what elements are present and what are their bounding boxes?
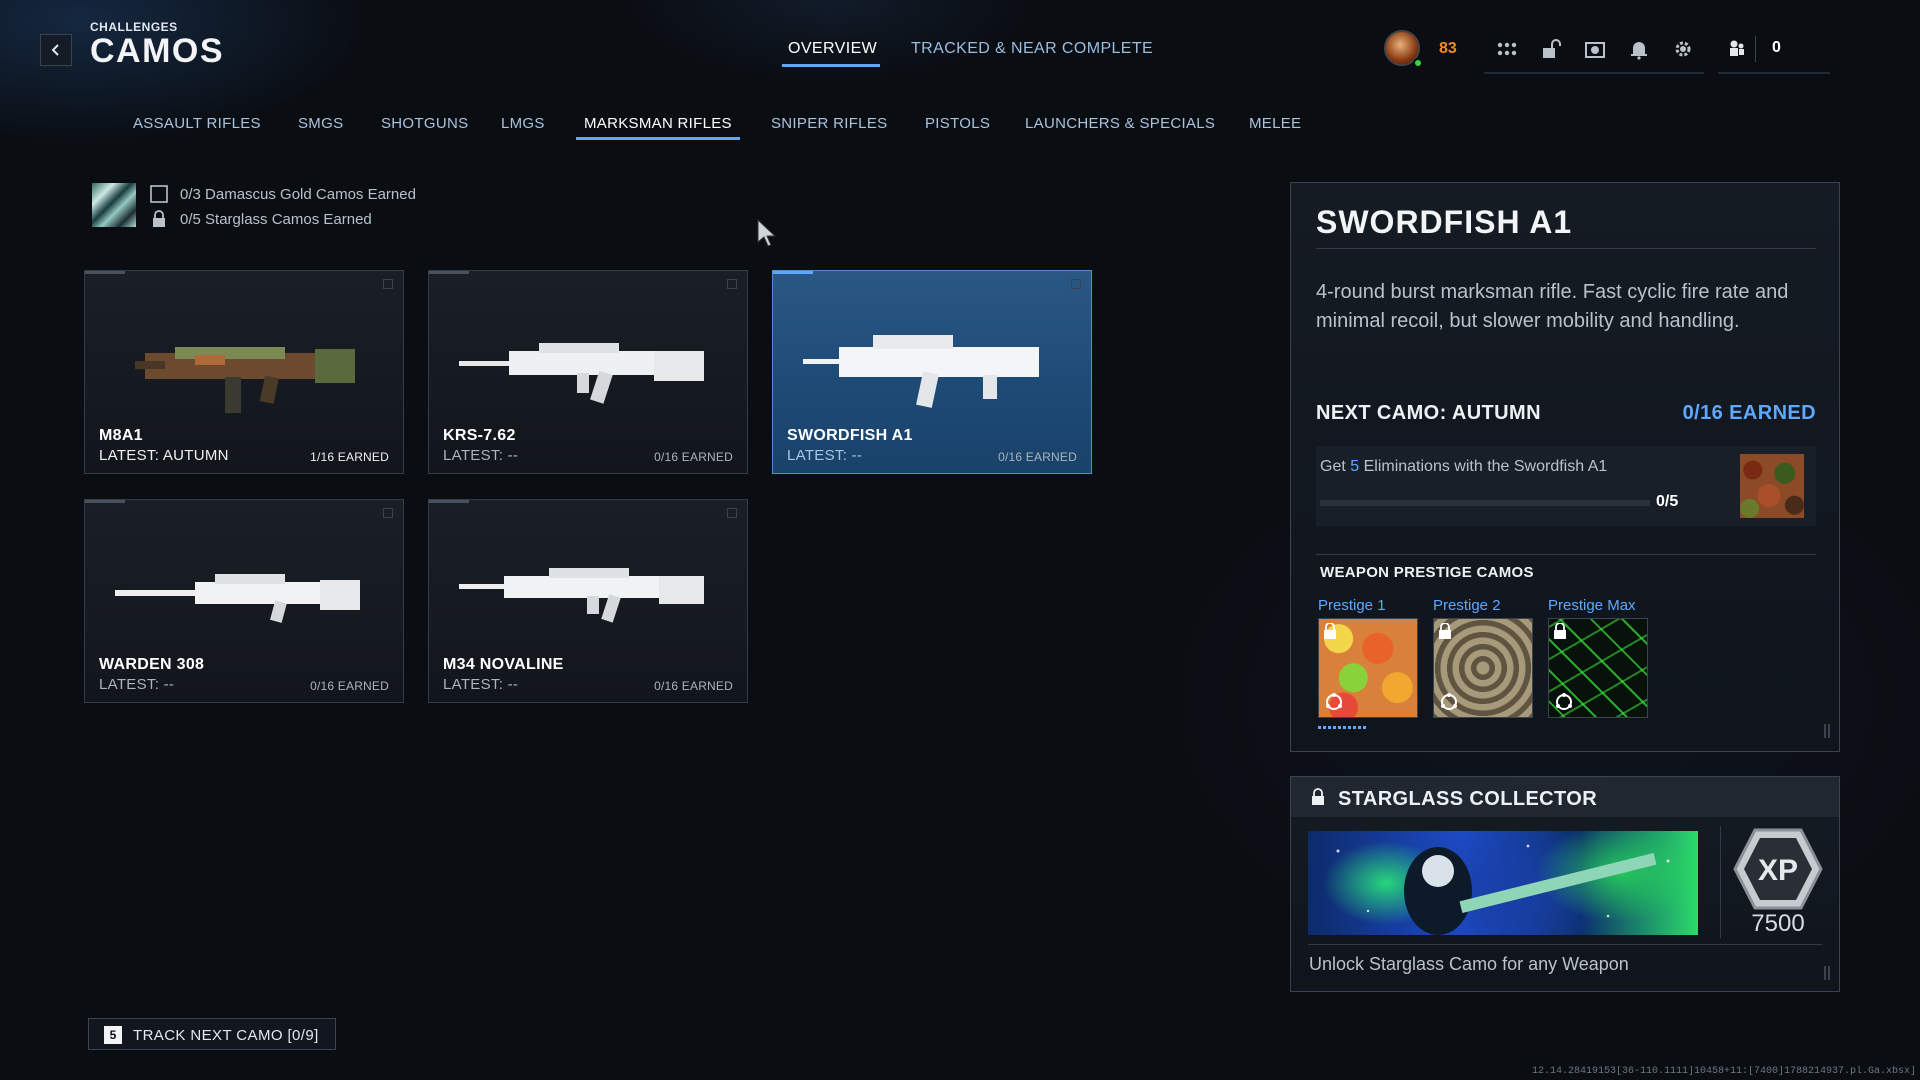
weapon-card-m8a1[interactable]: M8A1 LATEST: AUTUMN 1/16 EARNED — [84, 270, 404, 474]
prestige-divider — [1316, 554, 1816, 555]
category-assault-rifles[interactable]: ASSAULT RIFLES — [133, 115, 261, 132]
collector-description: Unlock Starglass Camo for any Weapon — [1309, 954, 1629, 974]
collector-scroll-grip[interactable] — [1824, 966, 1830, 980]
header-separator — [1755, 36, 1756, 62]
unlock-icon[interactable] — [1538, 37, 1564, 61]
track-next-camo-label: TRACK NEXT CAMO [0/9] — [133, 1027, 319, 1044]
weapon-card-warden-308[interactable]: WARDEN 308 LATEST: -- 0/16 EARNED — [84, 499, 404, 703]
starglass-banner-image — [1308, 831, 1698, 935]
autumn-camo-swatch — [1740, 454, 1804, 518]
weapon-card-krs-762[interactable]: KRS-7.62 LATEST: -- 0/16 EARNED — [428, 270, 748, 474]
category-marksman-rifles[interactable]: MARKSMAN RIFLES — [584, 115, 732, 132]
weapon-name: WARDEN 308 — [99, 656, 205, 673]
prestige-scroll-indicator — [1318, 726, 1366, 729]
lock-icon — [1439, 623, 1451, 639]
tab-tracked-near-complete[interactable]: TRACKED & NEAR COMPLETE — [911, 40, 1153, 58]
apps-grid-icon[interactable] — [1494, 37, 1520, 61]
build-version-string: 12.14.28419153[36-110.1111]10458+11:[740… — [1532, 1066, 1916, 1077]
prestige-max-label: Prestige Max — [1548, 597, 1636, 614]
category-launchers-specials[interactable]: LAUNCHERS & SPECIALS — [1025, 115, 1215, 132]
weapon-earned: 0/16 EARNED — [654, 679, 733, 693]
prestige-icon — [1326, 693, 1342, 710]
player-level: 83 — [1439, 40, 1457, 57]
krs-762-weapon-image — [459, 343, 704, 404]
swordfish-a1-weapon-image — [803, 335, 1039, 408]
header-party-underline — [1718, 72, 1830, 74]
prestige-1-label: Prestige 1 — [1318, 597, 1386, 614]
lock-icon — [150, 210, 168, 228]
m8a1-weapon-image — [135, 347, 355, 413]
prestige-camos-header: WEAPON PRESTIGE CAMOS — [1320, 564, 1534, 581]
back-button[interactable] — [40, 34, 72, 66]
lock-icon — [1312, 788, 1324, 805]
damascus-progress: 0/3 Damascus Gold Camos Earned — [180, 186, 416, 203]
weapon-latest-camo: LATEST: -- — [443, 447, 519, 464]
weapon-name: SWORDFISH A1 — [787, 427, 913, 444]
category-pistols[interactable]: PISTOLS — [925, 115, 990, 132]
prestige-icon — [1441, 693, 1457, 710]
chevron-left-icon — [51, 44, 59, 56]
warden-308-weapon-image — [115, 574, 360, 623]
category-melee[interactable]: MELEE — [1249, 115, 1301, 132]
bell-icon[interactable] — [1626, 37, 1652, 61]
lock-icon — [1554, 623, 1566, 639]
weapon-latest-camo: LATEST: -- — [99, 676, 175, 693]
currency-count: 0 — [1772, 39, 1781, 56]
page-title: CAMOS — [90, 32, 225, 70]
camo-thumbnail — [92, 183, 136, 227]
weapon-earned: 1/16 EARNED — [310, 450, 389, 464]
camo-task-progress-bar — [1320, 500, 1650, 506]
weapon-card-swordfish-a1[interactable]: SWORDFISH A1 LATEST: -- 0/16 EARNED — [772, 270, 1092, 474]
camera-icon[interactable] — [1582, 37, 1608, 61]
svg-text:XP: XP — [1758, 854, 1798, 887]
key-prompt-badge: 5 — [104, 1026, 122, 1044]
weapon-earned: 0/16 EARNED — [310, 679, 389, 693]
checkbox-icon — [150, 185, 168, 203]
category-smgs[interactable]: SMGS — [298, 115, 343, 132]
category-lmgs[interactable]: LMGS — [501, 115, 545, 132]
tab-active-indicator — [782, 64, 880, 67]
gear-icon[interactable] — [1670, 37, 1696, 61]
camo-task-progress: 0/5 — [1656, 493, 1679, 510]
weapon-name: KRS-7.62 — [443, 427, 516, 444]
prestige-1-camo[interactable] — [1318, 618, 1418, 718]
detail-description: 4-round burst marksman rifle. Fast cycli… — [1316, 281, 1789, 332]
weapon-card-m34-novaline[interactable]: M34 NOVALINE LATEST: -- 0/16 EARNED — [428, 499, 748, 703]
prestige-2-camo[interactable] — [1433, 618, 1533, 718]
category-shotguns[interactable]: SHOTGUNS — [381, 115, 468, 132]
detail-weapon-title: SWORDFISH A1 — [1316, 204, 1573, 240]
category-sniper-rifles[interactable]: SNIPER RIFLES — [771, 115, 887, 132]
panel-scroll-grip[interactable] — [1824, 724, 1830, 738]
next-camo-earned: 0/16 EARNED — [1682, 402, 1816, 424]
starglass-progress: 0/5 Starglass Camos Earned — [180, 211, 372, 228]
weapon-earned: 0/16 EARNED — [654, 450, 733, 464]
party-icon[interactable] — [1724, 37, 1750, 61]
weapon-latest-camo: LATEST: AUTUMN — [99, 447, 229, 464]
category-active-indicator — [576, 137, 740, 140]
camo-task-text: Get 5 Eliminations with the Swordfish A1 — [1320, 458, 1608, 475]
prestige-icon — [1556, 693, 1572, 710]
online-status-icon — [1413, 58, 1423, 68]
weapon-latest-camo: LATEST: -- — [443, 676, 519, 693]
mouse-cursor-icon — [757, 218, 777, 247]
header-icons-underline — [1484, 72, 1704, 74]
tab-overview[interactable]: OVERVIEW — [788, 40, 877, 58]
weapon-name: M34 NOVALINE — [443, 656, 564, 673]
xp-reward-value: 7500 — [1751, 910, 1805, 937]
m34-novaline-weapon-image — [459, 568, 704, 623]
prestige-max-camo[interactable] — [1548, 618, 1648, 718]
weapon-earned: 0/16 EARNED — [998, 450, 1077, 464]
prestige-2-label: Prestige 2 — [1433, 597, 1501, 614]
detail-divider — [1316, 248, 1816, 249]
next-camo-label: NEXT CAMO: AUTUMN — [1316, 402, 1541, 424]
weapon-latest-camo: LATEST: -- — [787, 447, 863, 464]
collector-title: STARGLASS COLLECTOR — [1338, 788, 1598, 810]
lock-icon — [1324, 623, 1336, 639]
collector-divider — [1308, 944, 1822, 945]
xp-badge-icon: XP — [1733, 828, 1823, 910]
weapon-name: M8A1 — [99, 427, 143, 444]
